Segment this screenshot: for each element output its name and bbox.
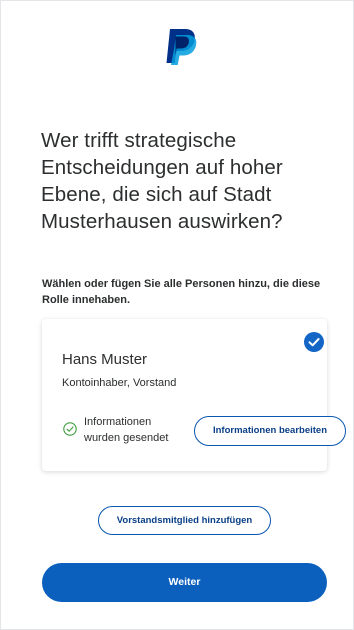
status-text: Informationen wurden gesendet [84,416,169,444]
check-circle-icon [63,422,77,436]
onboarding-panel: Wer trifft strategische Entscheidungen a… [0,0,354,630]
role-instruction: Wählen oder fügen Sie alle Personen hinz… [42,278,321,306]
selected-check-icon[interactable] [304,332,324,352]
person-role: Kontoinhaber, Vorstand [62,377,177,389]
add-board-member-button[interactable]: Vorstandsmitglied hinzufügen [98,506,271,535]
continue-button[interactable]: Weiter [42,563,327,602]
person-name: Hans Muster [62,351,148,368]
edit-information-button[interactable]: Informationen bearbeiten [194,416,346,446]
page-title: Wer trifft strategische Entscheidungen a… [41,129,283,233]
paypal-logo-icon [166,29,197,65]
person-card[interactable]: Hans Muster Kontoinhaber, Vorstand Infor… [42,319,346,471]
